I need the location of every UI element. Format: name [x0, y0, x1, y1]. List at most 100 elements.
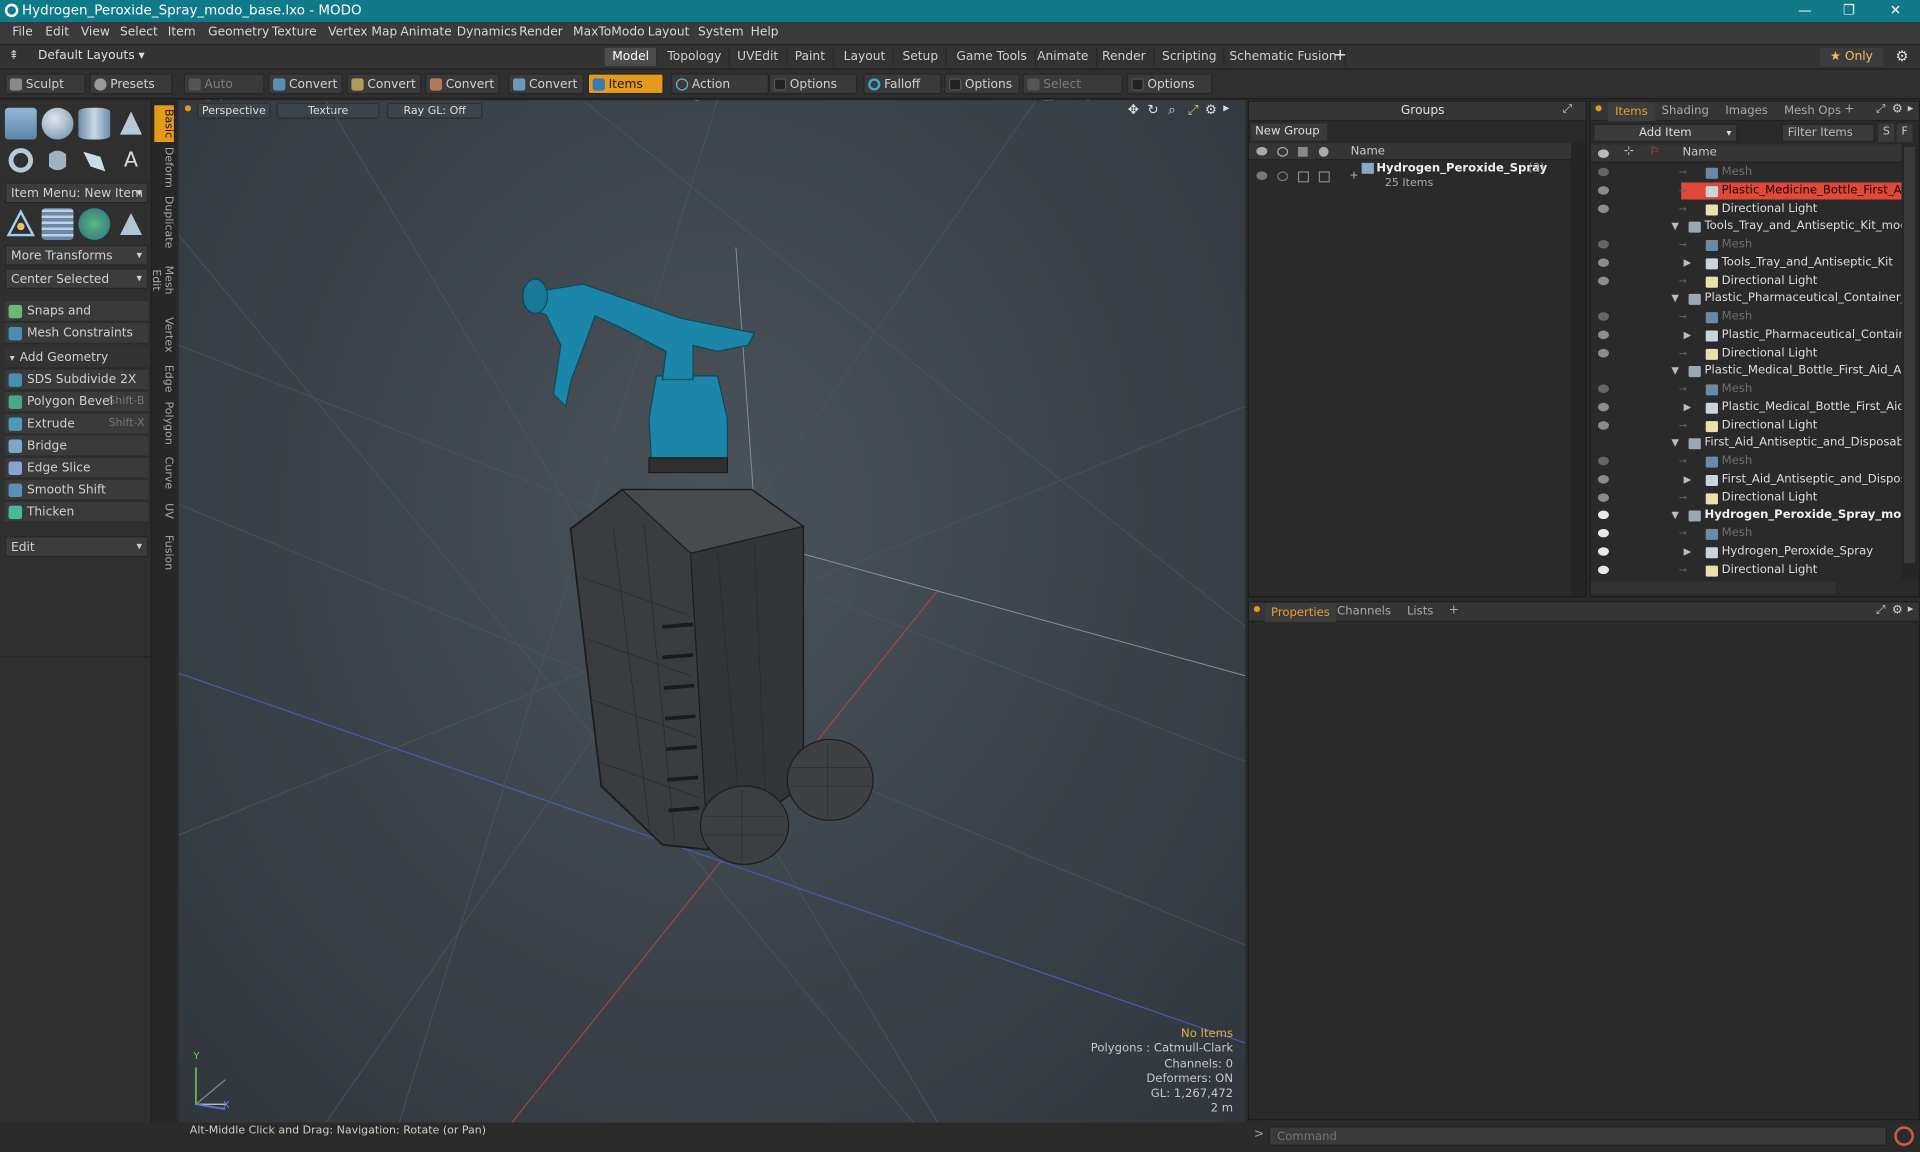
scene-row[interactable]: ▼ Plastic_Pharmaceutical_Container_Br ...	[1591, 290, 1902, 308]
expand-icon[interactable]: +	[1349, 170, 1358, 182]
menu-texture[interactable]: Texture	[272, 26, 317, 39]
expand-arrow-icon[interactable]: ▶	[1684, 471, 1692, 488]
items-hscrollbar[interactable]	[1590, 581, 1836, 594]
new-group-button[interactable]: New Group	[1251, 123, 1328, 141]
expand-panel-icon[interactable]: ⤢	[1562, 103, 1572, 116]
vtab-uv[interactable]: UV	[154, 499, 174, 521]
item-row[interactable]: → Plastic_Medicine_Bottle_First_Aid_...	[1591, 182, 1902, 200]
light-row[interactable]: → Directional Light	[1591, 345, 1902, 363]
convert-button-4[interactable]: Convert	[508, 73, 585, 95]
panel-more-icon[interactable]: ▸	[1908, 604, 1914, 616]
menu-view[interactable]: View	[81, 26, 110, 39]
collapse-arrow-icon[interactable]: ▼	[1671, 290, 1679, 307]
tab-channels[interactable]: Channels	[1337, 605, 1391, 618]
collapse-arrow-icon[interactable]: ▼	[1671, 507, 1679, 524]
visibility-eye-icon[interactable]	[1597, 528, 1609, 538]
menu-maxtomodo[interactable]: MaxToModo	[573, 26, 645, 39]
convert-button-3[interactable]: Convert	[424, 73, 500, 95]
text-icon[interactable]: A	[115, 144, 147, 176]
tool-edge-slice[interactable]: Edge Slice	[4, 457, 149, 479]
center-selected-dropdown[interactable]: Center Selected	[4, 268, 149, 290]
visibility-icon[interactable]	[1256, 171, 1268, 180]
vtab-basic[interactable]: Basic	[154, 105, 174, 143]
light-row[interactable]: → Directional Light	[1591, 417, 1902, 435]
layout-dropdown[interactable]: Default Layouts ▾	[38, 49, 145, 62]
add-geometry-header[interactable]: ▾ Add Geometry	[4, 347, 149, 369]
snaps-precision-button[interactable]: Snaps and Precision	[4, 301, 149, 339]
pyramid-icon[interactable]	[115, 208, 147, 240]
mesh-row[interactable]: → Mesh	[1591, 381, 1902, 399]
scene-row[interactable]: ▼ Tools_Tray_and_Antiseptic_Kit_modo...	[1591, 218, 1902, 236]
item-row[interactable]: ▶ Tools_Tray_and_Antiseptic_Kit	[1591, 254, 1902, 272]
tab-scripting[interactable]: Scripting	[1155, 47, 1226, 67]
group-row[interactable]: + Hydrogen_Peroxide_Spray (3) 25 Items	[1249, 162, 1572, 200]
visibility-eye-icon[interactable]	[1597, 312, 1609, 321]
render-toggle-icon[interactable]	[1277, 171, 1289, 182]
light-row[interactable]: → Directional Light	[1591, 272, 1902, 290]
options-button-3[interactable]: Options	[1126, 73, 1213, 95]
filter-s-button[interactable]: S	[1878, 123, 1895, 143]
visibility-eye-icon[interactable]	[1597, 348, 1609, 357]
menu-system[interactable]: System	[698, 26, 744, 39]
expand-panel-icon[interactable]: ⤢	[1876, 604, 1886, 617]
sculpt-button[interactable]: Sculpt	[4, 73, 86, 95]
tool-bridge[interactable]: Bridge	[4, 435, 149, 457]
visibility-eye-icon[interactable]	[1597, 384, 1609, 393]
scene-row[interactable]: ▼ Hydrogen_Peroxide_Spray_mo...	[1591, 507, 1902, 525]
tab-render[interactable]: Render	[1095, 47, 1155, 67]
menu-edit[interactable]: Edit	[45, 26, 69, 39]
vtab-edge[interactable]: Edge	[154, 362, 174, 394]
tool-extrude[interactable]: Extrude Shift-X	[4, 413, 149, 435]
tab-setup[interactable]: Setup	[895, 47, 947, 67]
scene-row[interactable]: ▼ Plastic_Medical_Bottle_First_Aid_Anti..…	[1591, 363, 1902, 381]
menu-help[interactable]: Help	[751, 26, 779, 39]
cone-icon[interactable]	[115, 108, 147, 140]
menu-file[interactable]: File	[12, 26, 32, 39]
presets-button[interactable]: Presets F6	[89, 73, 173, 113]
convert-button-2[interactable]: Convert	[346, 73, 422, 95]
visibility-eye-icon[interactable]	[1597, 456, 1609, 466]
collapse-arrow-icon[interactable]: ▼	[1671, 435, 1679, 452]
panel-more-icon[interactable]: ▸	[1908, 103, 1914, 115]
menu-dynamics[interactable]: Dynamics	[457, 26, 517, 39]
tab-shading[interactable]: Shading	[1662, 104, 1709, 117]
tab-mesh-ops[interactable]: Mesh Ops	[1784, 104, 1841, 117]
falloff-button[interactable]: Falloff	[863, 73, 942, 95]
tool-thicken[interactable]: Thicken	[4, 501, 149, 523]
menu-vertex-map[interactable]: Vertex Map	[328, 26, 397, 39]
scene-row[interactable]: ▼ First_Aid_Antiseptic_and_Disposable ...	[1591, 435, 1902, 453]
tab-uvedit[interactable]: UVEdit	[730, 47, 787, 67]
tab-game-tools[interactable]: Game Tools	[949, 47, 1036, 67]
options-button-1[interactable]: Options	[768, 73, 858, 95]
visibility-eye-icon[interactable]	[1597, 510, 1609, 520]
collapse-arrow-icon[interactable]: ▼	[1671, 218, 1679, 235]
tab-images[interactable]: Images	[1725, 104, 1767, 117]
tab-topology[interactable]: Topology	[660, 47, 730, 67]
menu-render[interactable]: Render	[519, 26, 563, 39]
close-button[interactable]: ✕	[1873, 0, 1917, 22]
collapse-arrow-icon[interactable]: ▼	[1671, 363, 1679, 380]
command-input[interactable]	[1268, 1126, 1887, 1146]
item-row[interactable]: ▶ First_Aid_Antiseptic_and_Disposa ...	[1591, 471, 1902, 489]
gear-icon[interactable]: ⚙	[1896, 48, 1909, 65]
panel-gear-icon[interactable]: ⚙	[1892, 103, 1903, 116]
visibility-eye-icon[interactable]	[1597, 564, 1609, 574]
panel-menu-icon[interactable]	[1253, 605, 1261, 613]
tab-layout[interactable]: Layout	[836, 47, 894, 67]
visibility-eye-icon[interactable]	[1597, 492, 1609, 502]
light-row[interactable]: → Directional Light	[1591, 200, 1902, 218]
options-button-2[interactable]: Options	[944, 73, 1021, 95]
convert-button-1[interactable]: Convert	[268, 73, 343, 95]
expand-panel-icon[interactable]: ⤢	[1876, 103, 1886, 116]
light-row[interactable]: → Directional Light	[1591, 561, 1902, 579]
visibility-eye-icon[interactable]	[1597, 185, 1609, 195]
visibility-eye-icon[interactable]	[1597, 474, 1609, 484]
expand-arrow-icon[interactable]: ▶	[1684, 327, 1692, 344]
tab-paint[interactable]: Paint	[787, 47, 834, 67]
visibility-eye-icon[interactable]	[1597, 420, 1609, 430]
add-tab-icon[interactable]: +	[1844, 103, 1854, 116]
items-scrollbar[interactable]	[1901, 144, 1919, 580]
torus-icon[interactable]	[5, 144, 37, 176]
tab-lists[interactable]: Lists	[1407, 605, 1433, 618]
record-icon[interactable]	[1894, 1126, 1914, 1146]
